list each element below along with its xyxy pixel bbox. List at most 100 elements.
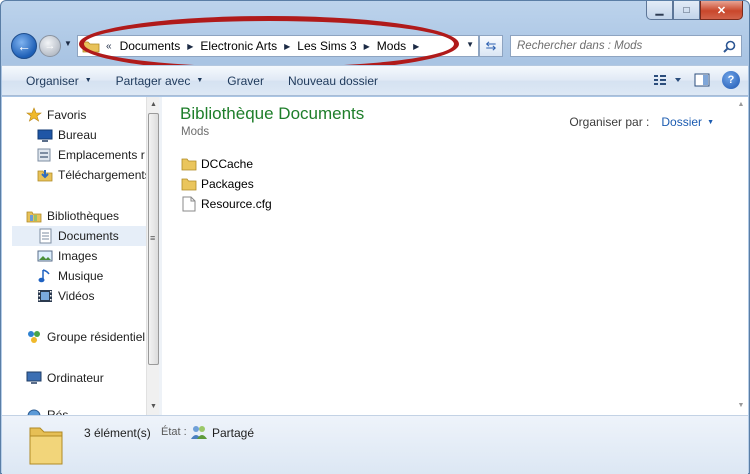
refresh-icon: ⇆ xyxy=(485,38,497,53)
details-pane: 3 élément(s) État : Partagé xyxy=(2,415,748,474)
breadcrumb-mods[interactable]: Mods xyxy=(373,39,410,53)
minimize-icon: ▁ xyxy=(655,4,664,16)
file-name: Resource.cfg xyxy=(201,197,272,211)
address-bar[interactable]: « Documents ▶ Electronic Arts ▶ Les Sims… xyxy=(77,35,479,57)
command-bar-right: ? xyxy=(652,71,740,89)
images-icon xyxy=(37,248,53,264)
arrange-by-label: Organiser par : xyxy=(569,115,650,129)
libraries-icon xyxy=(26,208,42,224)
state-label: État : xyxy=(161,426,187,438)
help-button[interactable]: ? xyxy=(722,71,740,89)
address-history-dropdown[interactable]: ▼ xyxy=(466,40,474,49)
file-name: Packages xyxy=(201,177,254,191)
star-icon xyxy=(26,107,42,123)
window-caption-buttons: ▁ □ ✕ xyxy=(646,1,743,20)
downloads-icon xyxy=(37,167,53,183)
library-subtitle: Mods xyxy=(181,126,210,138)
maximize-icon: □ xyxy=(683,4,690,16)
scroll-up-icon[interactable]: ▲ xyxy=(736,101,746,108)
file-name: DCCache xyxy=(201,157,254,171)
sidebar-item-label: Musique xyxy=(58,269,104,283)
breadcrumb-separator-icon[interactable]: ▶ xyxy=(410,42,422,51)
pane-splitter[interactable] xyxy=(159,97,162,415)
sidebar-item-label: Ordinateur xyxy=(47,371,104,385)
documents-icon xyxy=(37,228,53,244)
search-box[interactable] xyxy=(510,35,742,57)
view-options-icon xyxy=(654,75,681,85)
sidebar-item-recent-places[interactable]: Emplacements ré xyxy=(37,145,145,165)
help-icon: ? xyxy=(727,74,735,86)
refresh-button[interactable]: ⇆ xyxy=(479,35,503,57)
file-list-pane: Bibliothèque Documents Mods Organiser pa… xyxy=(164,97,734,415)
navigation-pane: Favoris Bureau Emplacements ré Télécharg… xyxy=(2,97,159,418)
organize-button[interactable]: Organiser ▼ xyxy=(14,74,104,88)
breadcrumb-separator-icon[interactable]: ▶ xyxy=(361,42,373,51)
music-icon xyxy=(37,268,53,284)
item-count: 3 élément(s) xyxy=(84,426,151,440)
sidebar-item-label: Groupe résidentiel xyxy=(47,330,146,344)
chevron-down-icon: ▼ xyxy=(84,77,92,84)
scroll-down-icon[interactable]: ▼ xyxy=(736,402,746,409)
preview-pane-icon xyxy=(694,73,710,87)
recent-places-icon xyxy=(37,147,53,163)
burn-button[interactable]: Graver xyxy=(215,74,276,88)
chevron-down-icon[interactable]: ▼ xyxy=(707,119,714,126)
back-arrow-icon: ← xyxy=(17,38,31,54)
breadcrumb-separator-icon[interactable]: ▶ xyxy=(184,42,196,51)
library-title: Bibliothèque Documents xyxy=(180,104,365,123)
new-folder-button[interactable]: Nouveau dossier xyxy=(276,74,390,88)
file-item-resource-cfg[interactable]: Resource.cfg xyxy=(181,194,272,214)
file-list-scrollbar[interactable]: ▲ ▼ xyxy=(734,97,748,415)
new-folder-label: Nouveau dossier xyxy=(287,73,379,88)
shared-users-icon xyxy=(191,426,207,439)
preview-pane-button[interactable] xyxy=(694,72,710,88)
arrange-by-dropdown[interactable]: Dossier xyxy=(661,115,702,129)
grip-icon: ≡ xyxy=(150,233,156,243)
document-icon xyxy=(181,196,197,212)
share-with-label: Partager avec xyxy=(115,73,191,88)
main-area: Favoris Bureau Emplacements ré Télécharg… xyxy=(2,97,748,418)
sidebar-item-label: Bibliothèques xyxy=(47,209,120,223)
back-button[interactable]: ← xyxy=(11,33,37,59)
forward-button[interactable]: → xyxy=(39,35,61,57)
close-icon: ✕ xyxy=(716,4,727,17)
file-item-packages[interactable]: Packages xyxy=(181,174,254,194)
sidebar-item-label: Téléchargements xyxy=(58,168,151,182)
view-options-button[interactable] xyxy=(652,72,682,88)
burn-label: Graver xyxy=(227,73,264,88)
breadcrumb-documents[interactable]: Documents xyxy=(116,39,185,53)
maximize-button[interactable]: □ xyxy=(673,1,700,20)
navigation-scrollbar[interactable]: ▲ ≡ ▼ xyxy=(146,97,159,415)
sidebar-item-documents[interactable]: Documents xyxy=(12,226,146,246)
share-with-button[interactable]: Partager avec ▼ xyxy=(104,74,216,88)
search-icon[interactable] xyxy=(720,37,738,55)
breadcrumb-electronic-arts[interactable]: Electronic Arts xyxy=(196,39,281,53)
sidebar-item-label: Favoris xyxy=(47,108,87,122)
navigation-bar: ← → ▼ « Documents ▶ Electronic Arts ▶ Le… xyxy=(1,29,749,63)
breadcrumb-overflow[interactable]: « xyxy=(100,41,116,52)
arrange-by: Organiser par : Dossier ▼ xyxy=(569,115,714,129)
search-input[interactable] xyxy=(511,40,720,52)
forward-arrow-icon: → xyxy=(44,40,56,52)
folder-icon xyxy=(82,41,100,53)
close-button[interactable]: ✕ xyxy=(700,1,743,20)
videos-icon xyxy=(37,288,53,304)
file-item-dccache[interactable]: DCCache xyxy=(181,154,253,174)
recent-pages-dropdown[interactable]: ▼ xyxy=(64,39,72,48)
breadcrumb-les-sims-3[interactable]: Les Sims 3 xyxy=(293,39,360,53)
computer-icon xyxy=(26,370,42,386)
minimize-button[interactable]: ▁ xyxy=(646,1,673,20)
breadcrumb-separator-icon[interactable]: ▶ xyxy=(281,42,293,51)
sidebar-item-label: Images xyxy=(58,249,98,263)
state-value: Partagé xyxy=(212,426,255,440)
folder-large-icon xyxy=(29,427,63,465)
folder-icon xyxy=(181,156,197,172)
sidebar-item-label: Documents xyxy=(58,229,119,243)
chevron-down-icon: ▼ xyxy=(196,77,204,84)
desktop-icon xyxy=(37,127,53,143)
breadcrumb: « Documents ▶ Electronic Arts ▶ Les Sims… xyxy=(100,39,422,53)
folder-icon xyxy=(181,176,197,192)
sidebar-item-label: Vidéos xyxy=(58,289,95,303)
chevron-down-icon: ▼ xyxy=(64,39,72,48)
homegroup-icon xyxy=(26,329,42,345)
